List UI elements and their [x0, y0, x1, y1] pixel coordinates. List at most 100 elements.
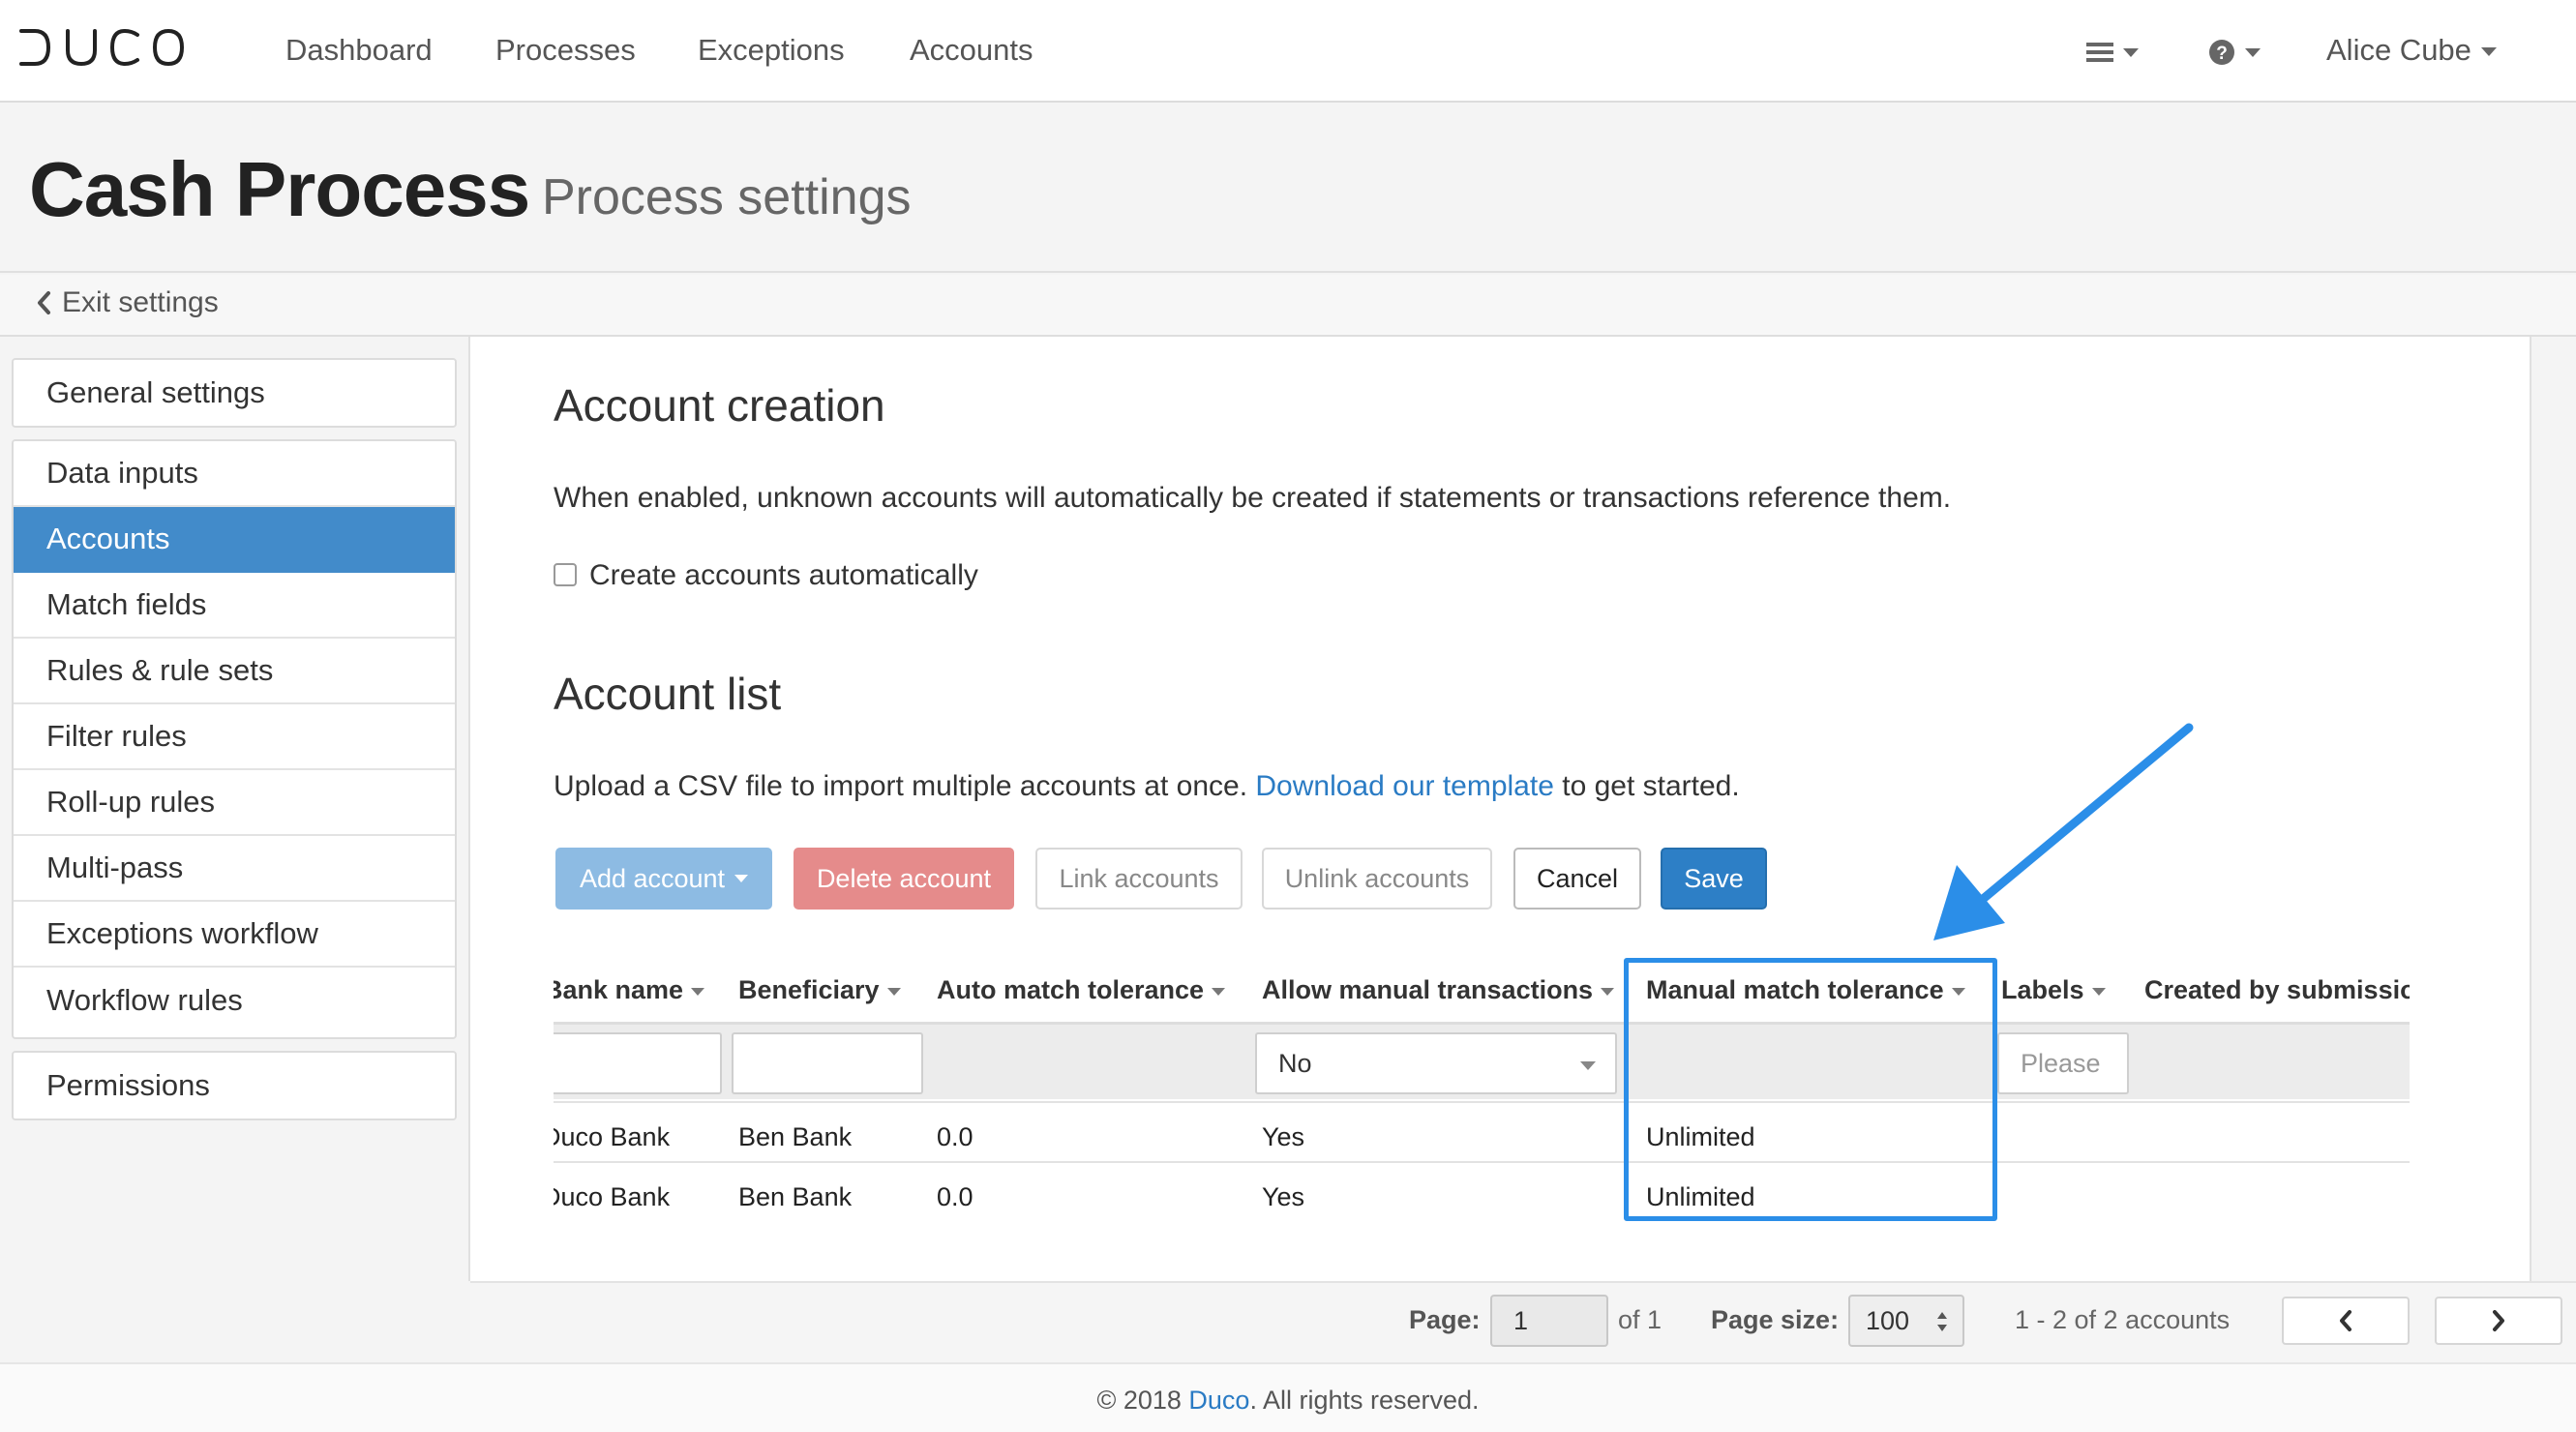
cancel-button[interactable]: Cancel [1513, 848, 1641, 910]
page-label: Page: [1409, 1305, 1481, 1334]
nav-dashboard[interactable]: Dashboard [285, 33, 433, 68]
sidebar-item-rules[interactable]: Rules & rule sets [14, 639, 455, 704]
caret-down-icon [691, 987, 705, 996]
user-menu[interactable]: Alice Cube [2326, 33, 2497, 68]
sidebar-item-general-settings[interactable]: General settings [14, 360, 455, 426]
footer-copyright: © 2018 Duco. All rights reserved. [0, 1386, 2576, 1416]
page-number-value: 1 [1513, 1305, 1529, 1335]
exit-settings-label: Exit settings [62, 286, 219, 318]
nav-processes[interactable]: Processes [495, 33, 636, 68]
chevron-down-icon [2480, 47, 2497, 57]
help-icon: ? [2209, 40, 2234, 66]
caret-down-icon [1601, 987, 1615, 996]
column-header-auto-match-tolerance[interactable]: Auto match tolerance [937, 975, 1226, 1005]
sidebar-group-permissions: Permissions [12, 1051, 457, 1120]
row-divider [554, 1161, 2410, 1163]
download-template-link[interactable]: Download our template [1255, 770, 1554, 802]
column-header-label: Labels [2001, 975, 2084, 1004]
cell-beneficiary: Ben Bank [738, 1122, 853, 1151]
footer-prefix: © 2018 [1096, 1386, 1182, 1415]
chevron-down-icon [2245, 47, 2261, 57]
unlink-accounts-button[interactable]: Unlink accounts [1262, 848, 1492, 910]
add-account-label: Add account [579, 863, 726, 893]
previous-page-button[interactable] [2282, 1297, 2410, 1345]
page-of-text: of 1 [1618, 1305, 1662, 1334]
column-header-beneficiary[interactable]: Beneficiary [738, 975, 901, 1005]
allow-manual-filter-select[interactable]: No [1255, 1032, 1617, 1094]
column-header-label: Beneficiary [738, 975, 880, 1004]
nav-accounts[interactable]: Accounts [910, 33, 1033, 68]
allow-manual-filter-value: No [1278, 1048, 1312, 1078]
footer-suffix: . All rights reserved. [1249, 1386, 1480, 1415]
column-header-created-by-submission[interactable]: Created by submission [2144, 975, 2410, 1005]
menu-dropdown[interactable] [2086, 35, 2139, 68]
account-creation-description: When enabled, unknown accounts will auto… [554, 482, 1952, 514]
caret-down-icon [886, 987, 901, 996]
cell-bank-name: Duco Bank [554, 1182, 671, 1211]
bank-name-filter-input[interactable] [554, 1032, 722, 1094]
sidebar-item-permissions[interactable]: Permissions [14, 1053, 455, 1119]
sidebar-item-exceptions-workflow[interactable]: Exceptions workflow [14, 902, 455, 968]
page-size-label: Page size: [1711, 1305, 1840, 1334]
up-down-arrows-icon [1937, 1312, 1947, 1331]
labels-filter-placeholder: Please [2021, 1048, 2101, 1078]
delete-account-button[interactable]: Delete account [794, 848, 1014, 910]
sidebar-item-match-fields[interactable]: Match fields [14, 573, 455, 639]
sidebar-group-general: General settings [12, 358, 457, 428]
column-header-label: Allow manual transactions [1262, 975, 1594, 1004]
create-accounts-label[interactable]: Create accounts automatically [589, 559, 978, 592]
accounts-table: Bank name Beneficiary Auto match toleran… [554, 964, 2410, 1225]
sidebar-item-data-inputs[interactable]: Data inputs [14, 441, 455, 507]
user-name: Alice Cube [2326, 33, 2471, 67]
duco-logo[interactable] [17, 25, 184, 70]
account-list-heading: Account list [554, 669, 782, 719]
column-header-bank-name[interactable]: Bank name [554, 975, 705, 1005]
beneficiary-filter-input[interactable] [732, 1032, 923, 1094]
upload-instructions: Upload a CSV file to import multiple acc… [554, 770, 1740, 803]
svg-text:?: ? [2216, 44, 2228, 64]
save-button[interactable]: Save [1661, 848, 1767, 910]
labels-filter-input[interactable]: Please [1997, 1032, 2129, 1094]
page-size-value: 100 [1866, 1305, 1910, 1335]
page-number-input[interactable]: 1 [1490, 1295, 1608, 1347]
table-filter-row: No Please [554, 1022, 2410, 1099]
exit-settings-bar [0, 275, 2576, 337]
cell-beneficiary: Ben Bank [738, 1182, 853, 1211]
cell-allow-manual-transactions: Yes [1262, 1122, 1305, 1151]
column-header-label: Auto match tolerance [937, 975, 1205, 1004]
row-divider [554, 1101, 2410, 1103]
create-accounts-checkbox[interactable] [554, 563, 577, 586]
sidebar-item-filter-rules[interactable]: Filter rules [14, 704, 455, 770]
caret-down-icon [2091, 987, 2106, 996]
sidebar-item-multi-pass[interactable]: Multi-pass [14, 836, 455, 902]
help-dropdown[interactable]: ? [2208, 35, 2261, 68]
nav-exceptions[interactable]: Exceptions [698, 33, 845, 68]
chevron-down-icon [2123, 47, 2139, 57]
sidebar-item-workflow-rules[interactable]: Workflow rules [14, 968, 455, 1033]
sidebar-item-accounts[interactable]: Accounts [14, 507, 455, 573]
cell-auto-match-tolerance: 0.0 [937, 1182, 973, 1211]
sidebar-group-main: Data inputs Accounts Match fields Rules … [12, 439, 457, 1039]
next-page-button[interactable] [2435, 1297, 2562, 1345]
exit-settings-link[interactable]: Exit settings [35, 286, 219, 319]
column-header-label: Created by submission [2144, 975, 2410, 1004]
chevron-right-icon [2493, 1310, 2504, 1331]
highlight-box [1624, 958, 1997, 1221]
chevron-down-icon [1580, 1061, 1596, 1070]
annotation-arrow-icon [1933, 723, 2194, 940]
results-summary: 1 - 2 of 2 accounts [2015, 1305, 2231, 1334]
account-creation-heading: Account creation [554, 380, 885, 431]
sidebar-item-roll-up-rules[interactable]: Roll-up rules [14, 770, 455, 836]
footer-duco-link[interactable]: Duco [1188, 1386, 1249, 1415]
chevron-down-icon [734, 875, 749, 882]
page-subtitle: Process settings [542, 169, 912, 225]
cell-auto-match-tolerance: 0.0 [937, 1122, 973, 1151]
hamburger-menu-icon [2086, 43, 2113, 63]
chevron-left-icon [38, 291, 50, 314]
column-header-allow-manual-transactions[interactable]: Allow manual transactions [1262, 975, 1615, 1005]
column-header-labels[interactable]: Labels [2001, 975, 2106, 1005]
cell-bank-name: Duco Bank [554, 1122, 671, 1151]
add-account-button[interactable]: Add account [555, 848, 772, 910]
link-accounts-button[interactable]: Link accounts [1035, 848, 1243, 910]
page-size-select[interactable]: 100 [1848, 1295, 1964, 1347]
